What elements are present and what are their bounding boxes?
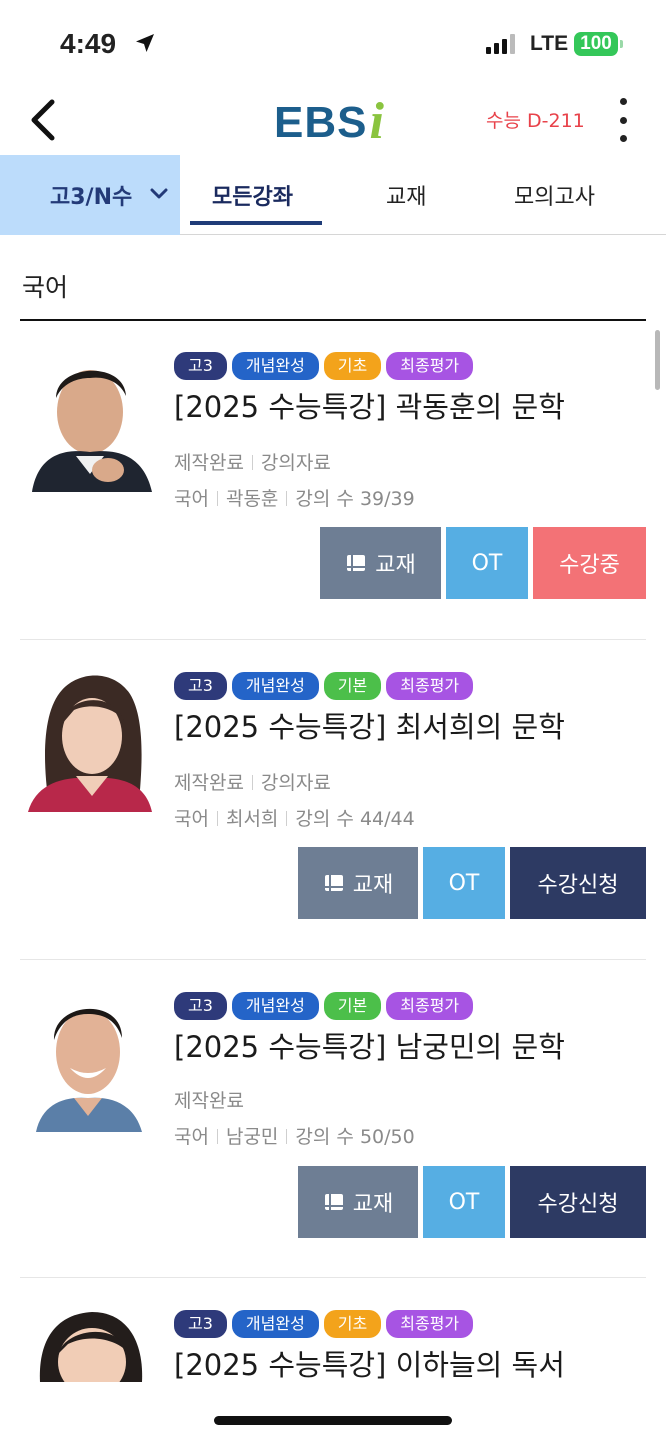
badge-grade: 고3 <box>174 352 227 380</box>
course-title[interactable]: [2025 수능특강] 곽동훈의 문학 <box>174 384 565 426</box>
tab-bar: 고3/N수 모든강좌 교재 모의고사 <box>0 155 666 235</box>
production-status: 제작완료 <box>174 1090 244 1112</box>
course-subject: 국어 <box>174 1126 209 1148</box>
chevron-down-icon <box>150 188 168 199</box>
app-header: EBS i 수능 D-211 <box>0 88 666 154</box>
badge-level: 기본 <box>323 672 382 700</box>
badge-concept: 개념완성 <box>231 1310 319 1338</box>
badge-group: 고3 개념완성 기초 최종평가 <box>174 352 474 380</box>
back-chevron-icon[interactable] <box>26 96 60 148</box>
dday-counter: 수능 D-211 <box>486 110 585 132</box>
production-status: 제작완료 <box>174 772 244 794</box>
book-icon <box>347 555 366 571</box>
badge-concept: 개념완성 <box>231 992 319 1020</box>
course-status-row: 제작완료 강의자료 <box>174 448 331 475</box>
card-divider <box>20 1277 646 1278</box>
network-label: LTE <box>530 32 569 55</box>
badge-concept: 개념완성 <box>231 672 319 700</box>
card-divider <box>20 639 646 640</box>
course-title[interactable]: [2025 수능특강] 최서희의 문학 <box>174 704 565 746</box>
location-arrow-icon <box>134 32 156 58</box>
ot-button[interactable]: OT <box>446 527 528 599</box>
course-title[interactable]: [2025 수능특강] 이하늘의 독서 <box>174 1342 565 1382</box>
badge-final: 최종평가 <box>386 992 474 1020</box>
battery-cap <box>620 40 623 48</box>
textbook-button[interactable]: 교재 <box>320 527 441 599</box>
apply-button[interactable]: 수강신청 <box>510 847 646 919</box>
course-info-row: 국어 최서희 강의 수 44/44 <box>174 804 415 831</box>
book-icon <box>324 875 343 891</box>
production-status: 제작완료 <box>174 452 244 474</box>
course-teacher: 남궁민 <box>225 1126 279 1148</box>
badge-level: 기초 <box>323 352 382 380</box>
badge-group: 고3 개념완성 기초 최종평가 <box>174 1310 474 1338</box>
scrollbar[interactable] <box>655 330 660 390</box>
badge-concept: 개념완성 <box>231 352 319 380</box>
badge-final: 최종평가 <box>386 1310 474 1338</box>
instructor-photo <box>22 992 156 1132</box>
tab-all-courses[interactable]: 모든강좌 <box>212 179 293 211</box>
card-divider <box>20 959 646 960</box>
badge-grade: 고3 <box>174 672 227 700</box>
grade-selector[interactable]: 고3/N수 <box>0 155 180 235</box>
badge-group: 고3 개념완성 기본 최종평가 <box>174 992 474 1020</box>
ot-button[interactable]: OT <box>423 847 505 919</box>
course-status-row: 제작완료 <box>174 1086 244 1113</box>
instructor-photo <box>22 672 156 812</box>
course-teacher: 곽동훈 <box>225 488 279 510</box>
tab-mock-exam[interactable]: 모의고사 <box>514 179 595 211</box>
textbook-button[interactable]: 교재 <box>298 847 418 919</box>
course-title[interactable]: [2025 수능특강] 남궁민의 문학 <box>174 1024 565 1066</box>
section-divider <box>20 319 646 321</box>
grade-selector-label: 고3/N수 <box>50 185 133 210</box>
badge-level: 기초 <box>323 1310 382 1338</box>
course-card[interactable]: 고3 개념완성 기초 최종평가 [2025 수능특강] 이하늘의 독서 <box>0 1310 666 1382</box>
section-title: 국어 <box>22 273 69 302</box>
status-bar: 4:49 LTE 100 <box>0 0 666 88</box>
home-indicator[interactable] <box>214 1416 452 1425</box>
tab-textbook[interactable]: 교재 <box>386 179 426 211</box>
logo-accent: i <box>369 93 384 150</box>
course-info-row: 국어 남궁민 강의 수 50/50 <box>174 1122 415 1149</box>
book-icon <box>324 1194 343 1210</box>
lecture-count: 강의 수 44/44 <box>295 808 415 830</box>
lecture-count: 강의 수 39/39 <box>295 488 415 510</box>
course-info-row: 국어 곽동훈 강의 수 39/39 <box>174 484 415 511</box>
lecture-material-link[interactable]: 강의자료 <box>261 452 331 474</box>
badge-final: 최종평가 <box>386 672 474 700</box>
badge-final: 최종평가 <box>386 352 474 380</box>
badge-group: 고3 개념완성 기본 최종평가 <box>174 672 474 700</box>
course-status-row: 제작완료 강의자료 <box>174 768 331 795</box>
status-time: 4:49 <box>60 28 117 59</box>
apply-button[interactable]: 수강신청 <box>510 1166 646 1238</box>
course-teacher: 최서희 <box>225 808 279 830</box>
course-subject: 국어 <box>174 808 209 830</box>
badge-grade: 고3 <box>174 992 227 1020</box>
ot-button[interactable]: OT <box>423 1166 505 1238</box>
course-subject: 국어 <box>174 488 209 510</box>
lecture-count: 강의 수 50/50 <box>295 1126 415 1148</box>
badge-grade: 고3 <box>174 1310 227 1338</box>
kebab-menu-icon[interactable] <box>616 98 630 142</box>
logo-text: EBS <box>274 98 368 147</box>
active-tab-indicator <box>190 221 322 225</box>
instructor-photo <box>22 352 156 492</box>
signal-icon <box>486 34 515 54</box>
battery-icon: 100 <box>574 32 618 56</box>
badge-level: 기본 <box>323 992 382 1020</box>
textbook-button[interactable]: 교재 <box>298 1166 418 1238</box>
enrolled-button[interactable]: 수강중 <box>533 527 646 599</box>
instructor-photo <box>22 1310 156 1382</box>
ebsi-logo[interactable]: EBS i <box>274 92 384 148</box>
lecture-material-link[interactable]: 강의자료 <box>261 772 331 794</box>
